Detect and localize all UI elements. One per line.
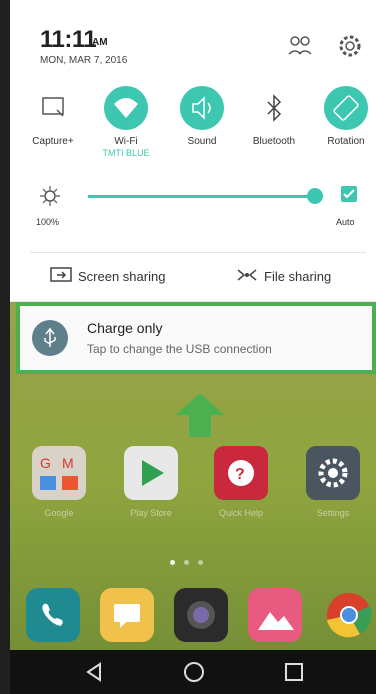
brightness-slider-knob[interactable] [307, 188, 323, 204]
tile-bluetooth[interactable]: Bluetooth [239, 86, 309, 147]
page-indicator [170, 560, 210, 568]
brightness-value: 100% [36, 217, 60, 227]
tile-capture[interactable]: Capture+ [18, 86, 88, 147]
usb-notification[interactable]: Charge only Tap to change the USB connec… [16, 302, 376, 374]
rotation-icon [324, 86, 368, 130]
sound-icon [180, 86, 224, 130]
chrome-icon[interactable] [322, 588, 376, 642]
app-google[interactable]: G M Google [28, 446, 90, 518]
brightness-row: 100% Auto [10, 180, 376, 230]
usb-icon [32, 320, 68, 356]
phone-icon[interactable] [26, 588, 80, 642]
clock-date: MON, MAR 7, 2016 [40, 55, 128, 66]
tile-label: Wi-Fi [114, 136, 138, 147]
settings-icon [306, 446, 360, 500]
play-store-icon [124, 446, 178, 500]
recents-icon[interactable] [282, 660, 306, 684]
screen-edge [0, 0, 10, 694]
back-icon[interactable] [82, 660, 106, 684]
app-label: Play Store [130, 508, 172, 518]
clock-time: 11:11 [40, 26, 97, 53]
home-icon[interactable] [182, 660, 206, 684]
app-label: Google [44, 508, 74, 518]
tile-label: Rotation [327, 136, 365, 147]
brightness-slider-track[interactable] [88, 195, 312, 198]
brightness-icon [38, 184, 62, 208]
screen-share-icon [50, 266, 72, 287]
gallery-icon[interactable] [248, 588, 302, 642]
page-dot [184, 560, 189, 565]
messaging-icon[interactable] [100, 588, 154, 642]
file-sharing-label: File sharing [264, 269, 332, 284]
page-dot [170, 560, 175, 565]
tile-label: Sound [187, 136, 217, 147]
auto-brightness-label: Auto [336, 217, 355, 227]
file-share-icon [236, 266, 258, 287]
app-play-store[interactable]: Play Store [120, 446, 182, 518]
svg-text:?: ? [235, 466, 245, 483]
svg-text:G: G [40, 455, 51, 471]
arrow-stem [189, 413, 211, 437]
wifi-network-name: TMTI BLUE [102, 148, 150, 158]
quick-settings-panel: 11:11 AM MON, MAR 7, 2016 Capture+ Wi-Fi… [10, 0, 376, 302]
wifi-icon [104, 86, 148, 130]
tile-sound[interactable]: Sound [167, 86, 237, 147]
account-switch-icon[interactable] [286, 32, 314, 60]
notification-text: Tap to change the USB connection [87, 342, 272, 356]
tile-rotation[interactable]: Rotation [311, 86, 376, 147]
bluetooth-icon [252, 86, 296, 130]
app-quick-help[interactable]: ? Quick Help [210, 446, 272, 518]
tile-wifi[interactable]: Wi-Fi TMTI BLUE [91, 86, 161, 158]
app-dock [20, 588, 376, 648]
tile-label: Bluetooth [252, 136, 296, 147]
auto-brightness-checkbox[interactable] [341, 186, 357, 202]
google-folder-icon: G M [32, 446, 86, 500]
page-dot [198, 560, 203, 565]
divider [30, 252, 366, 253]
camera-icon[interactable] [174, 588, 228, 642]
navigation-bar [10, 650, 376, 694]
notification-title: Charge only [87, 320, 163, 336]
gear-icon[interactable] [336, 32, 364, 60]
screen-sharing-button[interactable]: Screen sharing [50, 266, 165, 288]
file-sharing-button[interactable]: File sharing [236, 266, 331, 288]
home-app-row: G M Google Play Store ? Quick Help Setti… [20, 446, 376, 526]
screen-sharing-label: Screen sharing [78, 269, 166, 284]
capture-icon [31, 86, 75, 130]
app-settings[interactable]: Settings [302, 446, 364, 518]
app-label: Settings [316, 508, 350, 518]
clock-ampm: AM [92, 37, 108, 48]
tile-label: Capture+ [32, 136, 74, 147]
annotation-arrow [176, 393, 224, 441]
svg-text:M: M [62, 455, 74, 471]
arrow-head [176, 393, 224, 415]
quick-help-icon: ? [214, 446, 268, 500]
app-label: Quick Help [218, 508, 263, 518]
